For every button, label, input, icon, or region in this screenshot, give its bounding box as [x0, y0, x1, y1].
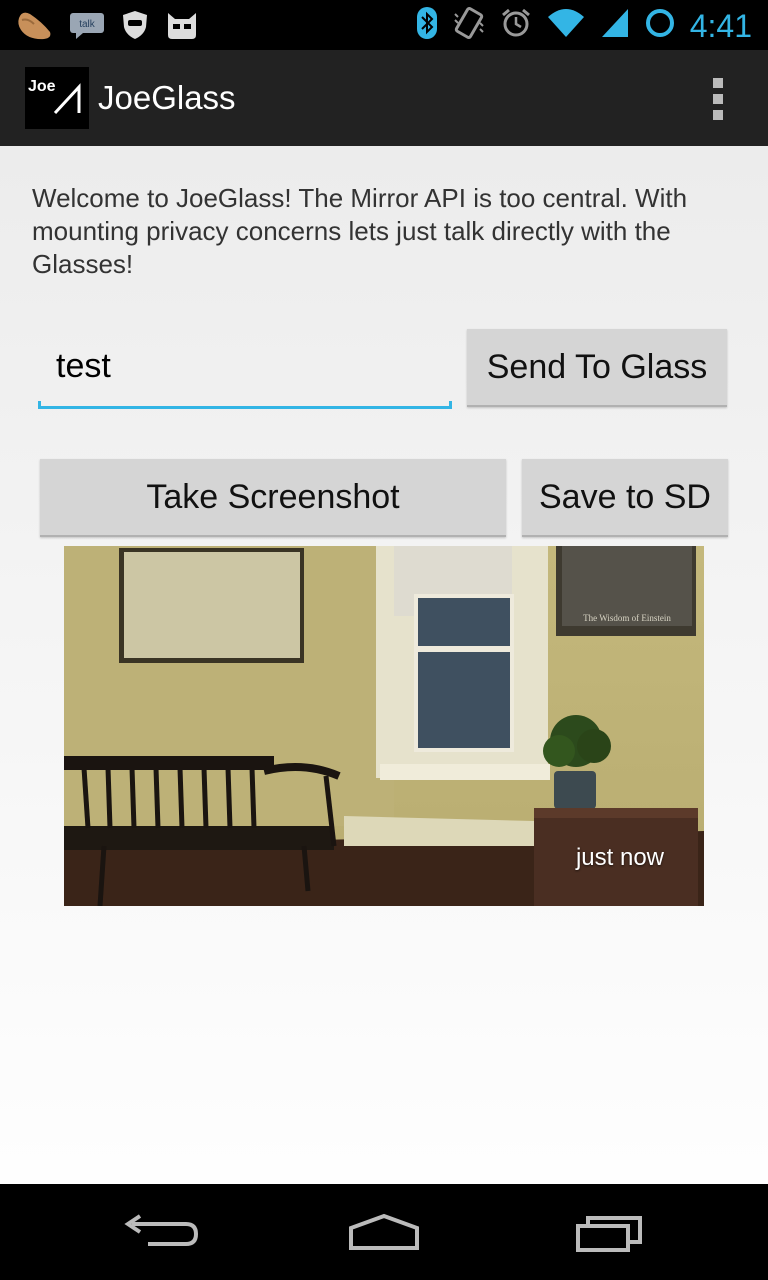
navigation-bar [0, 1184, 768, 1280]
action-bar: Joe JoeGlass [0, 50, 768, 146]
sync-icon [644, 7, 676, 44]
welcome-text: Welcome to JoeGlass! The Mirror API is t… [32, 183, 688, 279]
send-to-glass-button[interactable]: Send To Glass [467, 329, 727, 407]
svg-text:talk: talk [79, 19, 96, 30]
wifi-icon [546, 7, 586, 44]
overflow-menu-icon[interactable] [712, 78, 724, 120]
input-underline [38, 401, 452, 409]
status-bar: talk 4:41 [0, 0, 768, 50]
app-icon[interactable]: Joe [25, 67, 89, 129]
bluetooth-icon [416, 6, 438, 45]
cat-icon [164, 9, 200, 46]
signal-icon [600, 7, 630, 44]
home-icon[interactable] [339, 1206, 429, 1258]
notification-icons: talk [16, 8, 200, 47]
main-content: Welcome to JoeGlass! The Mirror API is t… [0, 146, 768, 1184]
bread-icon [16, 8, 54, 47]
svg-text:The Wisdom of Einstein: The Wisdom of Einstein [583, 613, 671, 623]
app-title: JoeGlass [98, 79, 236, 116]
back-icon[interactable] [118, 1206, 208, 1258]
talk-icon: talk [68, 10, 106, 45]
message-input[interactable] [40, 330, 448, 402]
save-to-sd-button[interactable]: Save to SD [522, 459, 728, 537]
photo-timestamp: just now [575, 844, 664, 871]
vibrate-icon [452, 6, 486, 45]
shield-icon [120, 9, 150, 46]
alarm-icon [500, 7, 532, 44]
take-screenshot-button[interactable]: Take Screenshot [40, 459, 506, 537]
app-logo-slash [53, 83, 81, 115]
screenshot-image: The Wisdom of Einstein just now [64, 546, 704, 906]
clock: 4:41 [689, 7, 752, 44]
system-icons: 4:41 [416, 6, 752, 45]
recent-apps-icon[interactable] [566, 1206, 656, 1258]
